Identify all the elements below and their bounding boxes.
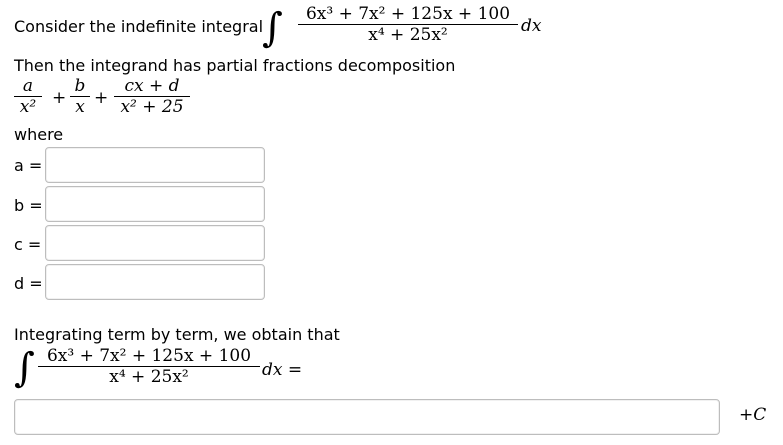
plus-sign-1: + xyxy=(52,88,67,108)
field-a-label: a = xyxy=(14,156,43,175)
field-d-input[interactable] xyxy=(45,264,265,300)
intro-numerator: 6x³ + 7x² + 125x + 100 xyxy=(305,4,511,24)
term2-fraction: b x xyxy=(70,76,90,117)
field-c-input[interactable] xyxy=(45,225,265,261)
term2-denominator: x xyxy=(75,97,85,117)
integration-numerator: 6x³ + 7x² + 125x + 100 xyxy=(46,346,252,366)
term1-denominator: x² xyxy=(19,97,37,117)
term2-numerator: b xyxy=(74,76,86,96)
term1-numerator: a xyxy=(22,76,34,96)
decomposition-text: Then the integrand has partial fractions… xyxy=(14,56,456,75)
integration-dx-equals: dx = xyxy=(262,360,303,380)
field-b-input[interactable] xyxy=(45,186,265,222)
field-d-label: d = xyxy=(14,274,43,293)
term3-denominator: x² + 25 xyxy=(120,97,184,117)
where-text: where xyxy=(14,125,64,144)
term1-fraction: a x² xyxy=(14,76,42,117)
intro-text: Consider the indefinite integral xyxy=(14,17,264,36)
field-b-label: b = xyxy=(14,196,43,215)
integration-fraction: 6x³ + 7x² + 125x + 100 x⁴ + 25x² xyxy=(38,346,260,387)
field-c-label: c = xyxy=(14,235,42,254)
plus-c-constant: +C xyxy=(739,405,767,425)
term3-fraction: cx + d x² + 25 xyxy=(114,76,190,117)
intro-dx: dx xyxy=(521,16,542,36)
intro-fraction: 6x³ + 7x² + 125x + 100 x⁴ + 25x² xyxy=(298,4,518,45)
integration-denominator: x⁴ + 25x² xyxy=(109,367,189,387)
intro-denominator: x⁴ + 25x² xyxy=(368,25,448,45)
integration-text: Integrating term by term, we obtain that xyxy=(14,325,340,344)
term3-numerator: cx + d xyxy=(124,76,180,96)
plus-sign-2: + xyxy=(94,88,109,108)
integral-sign-icon: ∫ xyxy=(14,345,35,391)
integral-answer-input[interactable] xyxy=(14,399,720,435)
integral-sign-icon: ∫ xyxy=(262,5,283,51)
field-a-input[interactable] xyxy=(45,147,265,183)
